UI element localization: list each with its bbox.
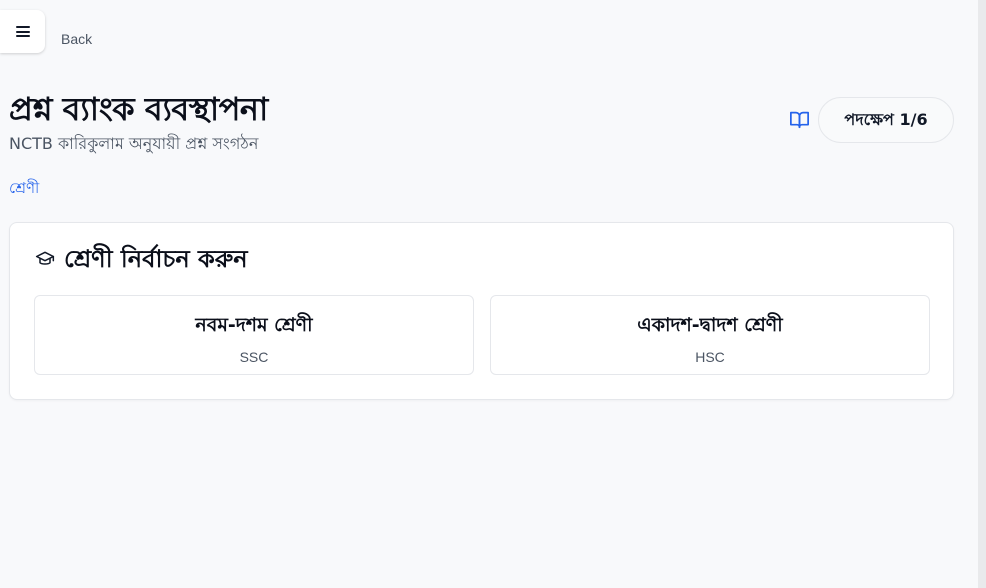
class-selection-title: শ্রেণী নির্বাচন করুন — [64, 245, 248, 273]
step-indicator-badge: পদক্ষেপ 1/6 — [818, 97, 954, 143]
breadcrumb-class[interactable]: শ্রেণী — [9, 177, 39, 202]
step-label: পদক্ষেপ 1/6 — [844, 109, 928, 129]
hamburger-menu-icon — [15, 26, 30, 37]
class-selection-card: শ্রেণী নির্বাচন করুন নবম-দশম শ্রেণী SSC … — [9, 222, 954, 400]
page-subtitle: NCTB কারিকুলাম অনুযায়ী প্রশ্ন সংগঠন — [9, 134, 259, 153]
class-option-ssc[interactable]: নবম-দশম শ্রেণী SSC — [34, 295, 474, 375]
menu-button[interactable] — [0, 10, 45, 53]
class-option-code: SSC — [239, 349, 269, 365]
page-title: প্রশ্ন ব্যাংক ব্যবস্থাপনা — [9, 90, 268, 128]
graduation-cap-icon — [35, 251, 55, 265]
class-option-name: নবম-দশম শ্রেণী — [195, 314, 313, 336]
class-option-name: একাদশ-দ্বাদশ শ্রেণী — [637, 314, 783, 336]
open-book-icon[interactable] — [789, 110, 810, 129]
page-scrollbar[interactable] — [978, 0, 986, 588]
back-link[interactable]: Back — [61, 31, 92, 47]
class-option-code: HSC — [695, 349, 725, 365]
class-option-hsc[interactable]: একাদশ-দ্বাদশ শ্রেণী HSC — [490, 295, 930, 375]
